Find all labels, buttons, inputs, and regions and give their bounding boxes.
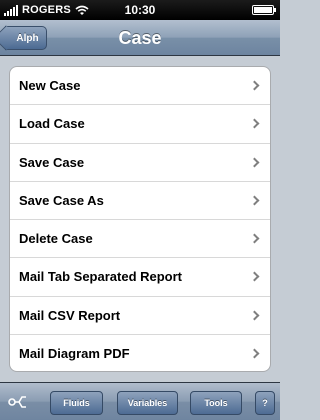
menu-item-save-case[interactable]: Save Case (10, 144, 270, 182)
menu-item-label: Load Case (19, 116, 85, 132)
menu-item-mail-csv-report[interactable]: Mail CSV Report (10, 297, 270, 335)
help-button[interactable]: ? (255, 391, 275, 415)
fluids-button[interactable]: Fluids (50, 391, 103, 415)
menu-item-save-case-as[interactable]: Save Case As (10, 182, 270, 220)
bottom-toolbar: Fluids Variables Tools ? (0, 382, 280, 420)
menu-item-load-case[interactable]: Load Case (10, 105, 270, 144)
menu-item-label: Save Case As (19, 192, 104, 208)
chevron-right-icon (249, 348, 260, 359)
chevron-right-icon (249, 233, 260, 244)
menu-item-mail-diagram-pdf[interactable]: Mail Diagram PDF (10, 335, 270, 371)
status-bar: ROGERS 10:30 (0, 0, 280, 20)
tools-button[interactable]: Tools (190, 391, 242, 415)
chevron-right-icon (249, 271, 260, 282)
chevron-right-icon (249, 118, 260, 129)
case-menu-list: New Case Load Case Save Case Save Case A… (9, 66, 271, 372)
chevron-right-icon (249, 157, 260, 168)
status-time: 10:30 (124, 3, 156, 17)
menu-item-new-case[interactable]: New Case (10, 67, 270, 106)
menu-item-label: Mail Tab Separated Report (19, 269, 183, 285)
flow-diagram-icon[interactable] (8, 394, 28, 410)
menu-item-delete-case[interactable]: Delete Case (10, 220, 270, 259)
menu-item-label: Delete Case (19, 231, 93, 247)
menu-item-label: Mail CSV Report (19, 307, 121, 323)
menu-item-mail-tab-report[interactable]: Mail Tab Separated Report (10, 258, 270, 297)
variables-button[interactable]: Variables (117, 391, 178, 415)
navigation-bar: Case Alph (0, 20, 280, 56)
menu-item-label: Save Case (19, 154, 85, 170)
chevron-right-icon (249, 310, 260, 321)
back-button-label: Alph (16, 32, 39, 44)
chevron-right-icon (249, 195, 260, 206)
back-button[interactable]: Alph (5, 26, 47, 50)
menu-item-label: Mail Diagram PDF (19, 346, 130, 362)
battery-icon (252, 5, 276, 15)
chevron-right-icon (249, 80, 260, 91)
menu-item-label: New Case (19, 78, 81, 94)
